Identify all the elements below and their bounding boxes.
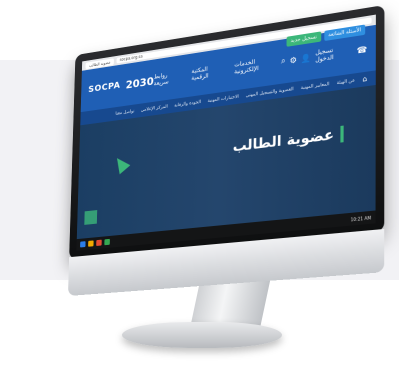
logo-group: SOCPA 2030 (88, 74, 154, 96)
secondary-nav-item[interactable]: المركز الإعلامي (141, 104, 168, 113)
monitor-stand-base (122, 322, 282, 348)
home-icon[interactable]: ⌂ (362, 75, 367, 84)
monitor-screen: عضوية الطالب socpa.org.sa تسجيل جديد الأ… (76, 14, 376, 251)
nav-item-digital-library[interactable]: المكتبة الرقمية (191, 63, 226, 82)
browser-icon[interactable] (96, 239, 102, 246)
user-icon[interactable]: 👤 (301, 53, 311, 64)
socpa-logo[interactable]: SOCPA (88, 81, 120, 95)
folder-icon[interactable] (88, 240, 94, 247)
phone-icon[interactable]: ☎ (357, 44, 368, 55)
secondary-nav-item[interactable]: المعايير المهنية (301, 82, 330, 91)
secondary-nav-item[interactable]: تواصل معنا (115, 109, 134, 116)
nav-item-e-services[interactable]: الخدمات الإلكترونية (234, 55, 281, 76)
app-icon[interactable] (104, 238, 110, 246)
accessibility-icon[interactable] (84, 210, 98, 225)
vision-2030-logo: 2030 (125, 74, 154, 92)
monitor-mockup: عضوية الطالب socpa.org.sa تسجيل جديد الأ… (0, 0, 399, 374)
nav-item-quick-links[interactable]: روابط سريعة (154, 69, 184, 88)
clock: 10:21 AM (350, 214, 372, 222)
monitor-frame: عضوية الطالب socpa.org.sa تسجيل جديد الأ… (67, 4, 385, 297)
search-icon[interactable]: ⌕ (281, 56, 286, 67)
secondary-nav-item[interactable]: الجودة والرقابة (174, 100, 201, 109)
secondary-nav-item[interactable]: عن الهيئة (337, 78, 355, 86)
secondary-nav-item[interactable]: الاختبارات المهنية (208, 94, 239, 103)
arrow-icon (111, 153, 131, 175)
main-navigation: روابط سريعة المكتبة الرقمية الخدمات الإل… (154, 55, 282, 88)
settings-icon[interactable]: ⚙ (290, 55, 297, 65)
page-title: عضوية الطالب (232, 125, 344, 156)
login-link[interactable]: تسجيل الدخول (315, 44, 352, 64)
start-icon[interactable] (80, 241, 86, 248)
